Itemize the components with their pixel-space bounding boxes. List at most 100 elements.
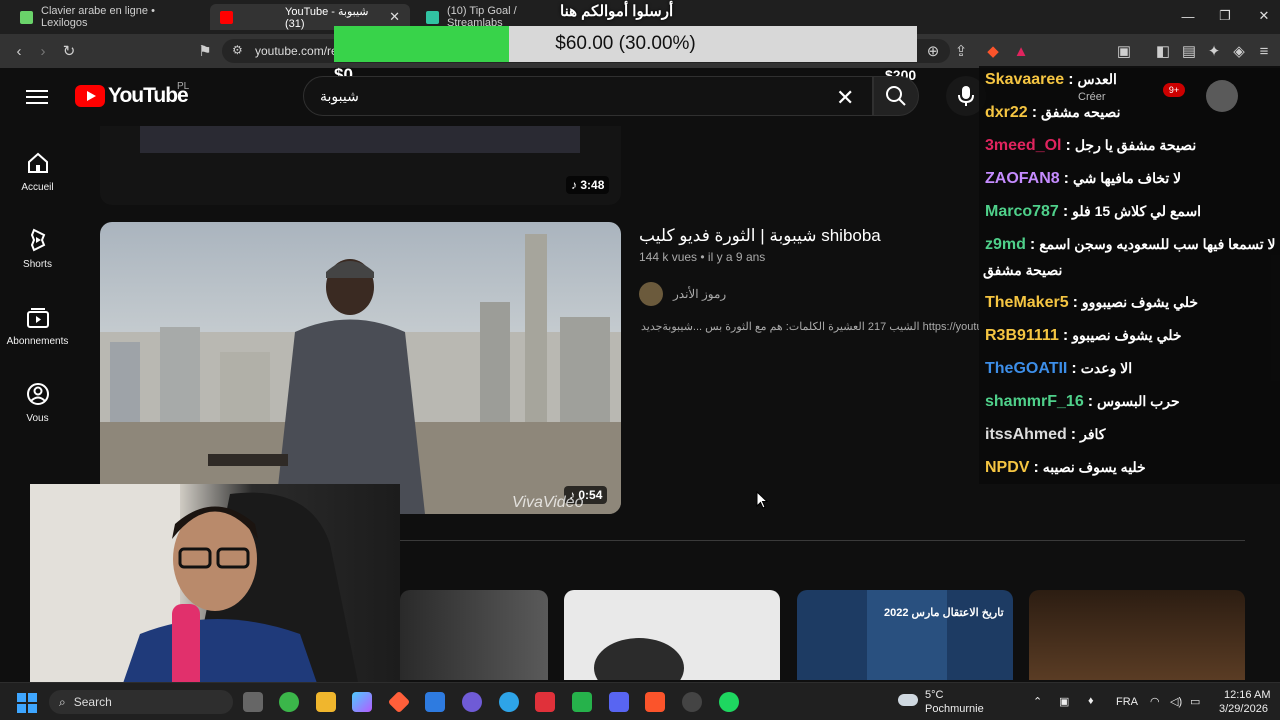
copilot-icon[interactable] bbox=[352, 692, 372, 712]
obs-icon[interactable] bbox=[682, 692, 702, 712]
search-input[interactable]: شيبوبة ✕ bbox=[303, 76, 873, 116]
chat-separator: : bbox=[1087, 393, 1094, 410]
reload-icon[interactable]: ↻ bbox=[58, 40, 80, 62]
chat-username: Skavaaree bbox=[985, 71, 1065, 88]
chat-separator: : bbox=[1072, 294, 1078, 311]
chat-text: لا تخاف مافيها شي bbox=[1073, 170, 1182, 186]
tab-lexilogos[interactable]: Clavier arabe en ligne • Lexilogos bbox=[10, 4, 206, 30]
tray-microphone-icon[interactable]: ♦ bbox=[1088, 695, 1094, 707]
video-title[interactable]: شيبوبة | الثورة فديو كليب shiboba bbox=[639, 226, 881, 246]
guide-item-shorts[interactable]: Shorts bbox=[0, 219, 75, 285]
volume-icon[interactable]: ◁) bbox=[1170, 695, 1182, 708]
maximize-icon[interactable]: ❐ bbox=[1205, 0, 1245, 32]
avatar[interactable] bbox=[1206, 80, 1238, 112]
vpn-icon[interactable]: ◈ bbox=[1228, 40, 1250, 62]
guide-item-label: Shorts bbox=[23, 259, 52, 270]
sidebar-icon[interactable]: ◧ bbox=[1152, 40, 1174, 62]
guide-item-home[interactable]: Accueil bbox=[0, 142, 75, 208]
screenshot-icon[interactable]: ▣ bbox=[1113, 40, 1135, 62]
clock-time[interactable]: 12:16 AM bbox=[1224, 689, 1270, 701]
bookmark-icon[interactable]: ⚑ bbox=[194, 40, 216, 62]
taskbar-search[interactable]: ⌕ Search bbox=[49, 690, 233, 714]
app-icon[interactable] bbox=[387, 690, 411, 714]
shelf-video-thumbnail[interactable] bbox=[1029, 590, 1245, 680]
store-icon[interactable] bbox=[425, 692, 445, 712]
chat-message: itssAhmed: كافر bbox=[985, 426, 1276, 444]
menu-icon[interactable]: ≡ bbox=[1253, 40, 1275, 62]
zoom-icon[interactable]: ⊕ bbox=[922, 40, 944, 62]
brave-rewards-icon[interactable]: ▲ bbox=[1010, 40, 1032, 62]
utorrent-icon[interactable] bbox=[572, 692, 592, 712]
input-language[interactable]: FRA bbox=[1116, 696, 1138, 708]
clear-search-icon[interactable]: ✕ bbox=[836, 85, 854, 111]
view-count: 144 k vues bbox=[639, 250, 698, 264]
weather-description[interactable]: Pochmurnie bbox=[925, 703, 984, 715]
chat-separator: : bbox=[1071, 360, 1077, 377]
back-icon[interactable]: ‹ bbox=[8, 40, 30, 62]
brave-shields-icon[interactable]: ◆ bbox=[982, 40, 1004, 62]
windows-start-icon[interactable] bbox=[17, 693, 37, 713]
chat-username: dxr22 bbox=[985, 104, 1028, 121]
previous-video-thumbnail[interactable]: ♪ 3:48 bbox=[100, 126, 621, 205]
shelf-video-thumbnail[interactable] bbox=[797, 590, 1013, 680]
xbox-icon[interactable] bbox=[279, 692, 299, 712]
search-value: شيبوبة bbox=[320, 88, 359, 104]
app-icon[interactable] bbox=[535, 692, 555, 712]
chat-message: z9md: لا تسمعا فيها سب للسعوديه وسجن اسمع bbox=[985, 236, 1276, 254]
wallet-icon[interactable]: ▤ bbox=[1178, 40, 1200, 62]
subscriptions-icon bbox=[26, 308, 49, 328]
battery-icon[interactable]: ▭ bbox=[1190, 695, 1200, 708]
chat-separator: : bbox=[1033, 459, 1039, 476]
forward-icon[interactable]: › bbox=[32, 40, 54, 62]
taskbar-search-placeholder: Search bbox=[73, 695, 112, 709]
weather-temperature[interactable]: 5°C bbox=[925, 689, 943, 701]
chat-separator: : bbox=[1068, 71, 1074, 88]
chat-separator: : bbox=[1070, 426, 1077, 443]
wifi-icon[interactable]: ◠ bbox=[1150, 695, 1160, 708]
spotify-icon[interactable] bbox=[719, 692, 739, 712]
guide-item-subscriptions[interactable]: Abonnements bbox=[0, 296, 75, 362]
create-button-label[interactable]: Créer bbox=[1078, 91, 1106, 103]
share-icon[interactable]: ⇪ bbox=[950, 40, 972, 62]
notification-badge[interactable]: 9+ bbox=[1163, 83, 1185, 97]
guide-menu-icon[interactable] bbox=[26, 86, 48, 106]
youtube-icon bbox=[220, 10, 233, 24]
chat-message: TheGOATII: الا وعدت bbox=[985, 360, 1276, 378]
video-thumbnail[interactable]: ♪ 0:54 VivaVideo bbox=[100, 222, 621, 514]
chat-text: نصيحة مشفق يا رجل bbox=[1074, 137, 1197, 153]
close-tab-icon[interactable]: ✕ bbox=[389, 9, 400, 25]
chat-message: TheMaker5: خلي يشوف نصيبووو bbox=[985, 294, 1276, 312]
search-button[interactable] bbox=[873, 76, 919, 116]
brave-icon[interactable] bbox=[645, 692, 665, 712]
chat-username: TheMaker5 bbox=[985, 294, 1069, 311]
file-explorer-icon[interactable] bbox=[316, 692, 336, 712]
task-view-icon[interactable] bbox=[243, 692, 263, 712]
chat-text: كافر bbox=[1080, 426, 1106, 442]
tab-title: Clavier arabe en ligne • Lexilogos bbox=[41, 5, 155, 29]
tray-overflow-icon[interactable]: ⌃ bbox=[1033, 695, 1042, 708]
clock-date[interactable]: 3/29/2026 bbox=[1219, 703, 1268, 715]
guide-item-label: Vous bbox=[26, 413, 49, 424]
chat-message: R3B91111: خلي يشوف نصيبوو bbox=[985, 327, 1276, 345]
chat-username: z9md bbox=[985, 236, 1026, 253]
minimize-icon[interactable]: — bbox=[1168, 0, 1208, 32]
close-window-icon[interactable]: ✕ bbox=[1244, 0, 1280, 32]
channel-avatar[interactable] bbox=[639, 282, 663, 306]
discord-icon[interactable] bbox=[609, 692, 629, 712]
leo-ai-icon[interactable]: ✦ bbox=[1203, 40, 1225, 62]
tray-app-icon[interactable]: ▣ bbox=[1059, 695, 1069, 708]
app-icon[interactable] bbox=[462, 692, 482, 712]
cloud-icon bbox=[898, 694, 918, 706]
chat-separator: : bbox=[1065, 137, 1071, 154]
shelf-video-thumbnail[interactable] bbox=[400, 590, 548, 680]
site-info-icon[interactable]: ⚙ bbox=[232, 43, 243, 57]
youtube-logo[interactable]: YouTube bbox=[75, 84, 189, 108]
edge-icon[interactable] bbox=[499, 692, 519, 712]
chat-text: خلي يشوف نصيبووو bbox=[1081, 294, 1199, 310]
channel-link[interactable]: رموز الأندر bbox=[639, 282, 726, 306]
shelf-video-thumbnail[interactable] bbox=[564, 590, 780, 680]
duration-text: 3:48 bbox=[580, 178, 605, 192]
video-duration: ♪ 3:48 bbox=[566, 176, 610, 194]
guide-item-you[interactable]: Vous bbox=[0, 373, 75, 439]
goal-progress-bar: $60.00 (30.00%) bbox=[334, 26, 917, 62]
